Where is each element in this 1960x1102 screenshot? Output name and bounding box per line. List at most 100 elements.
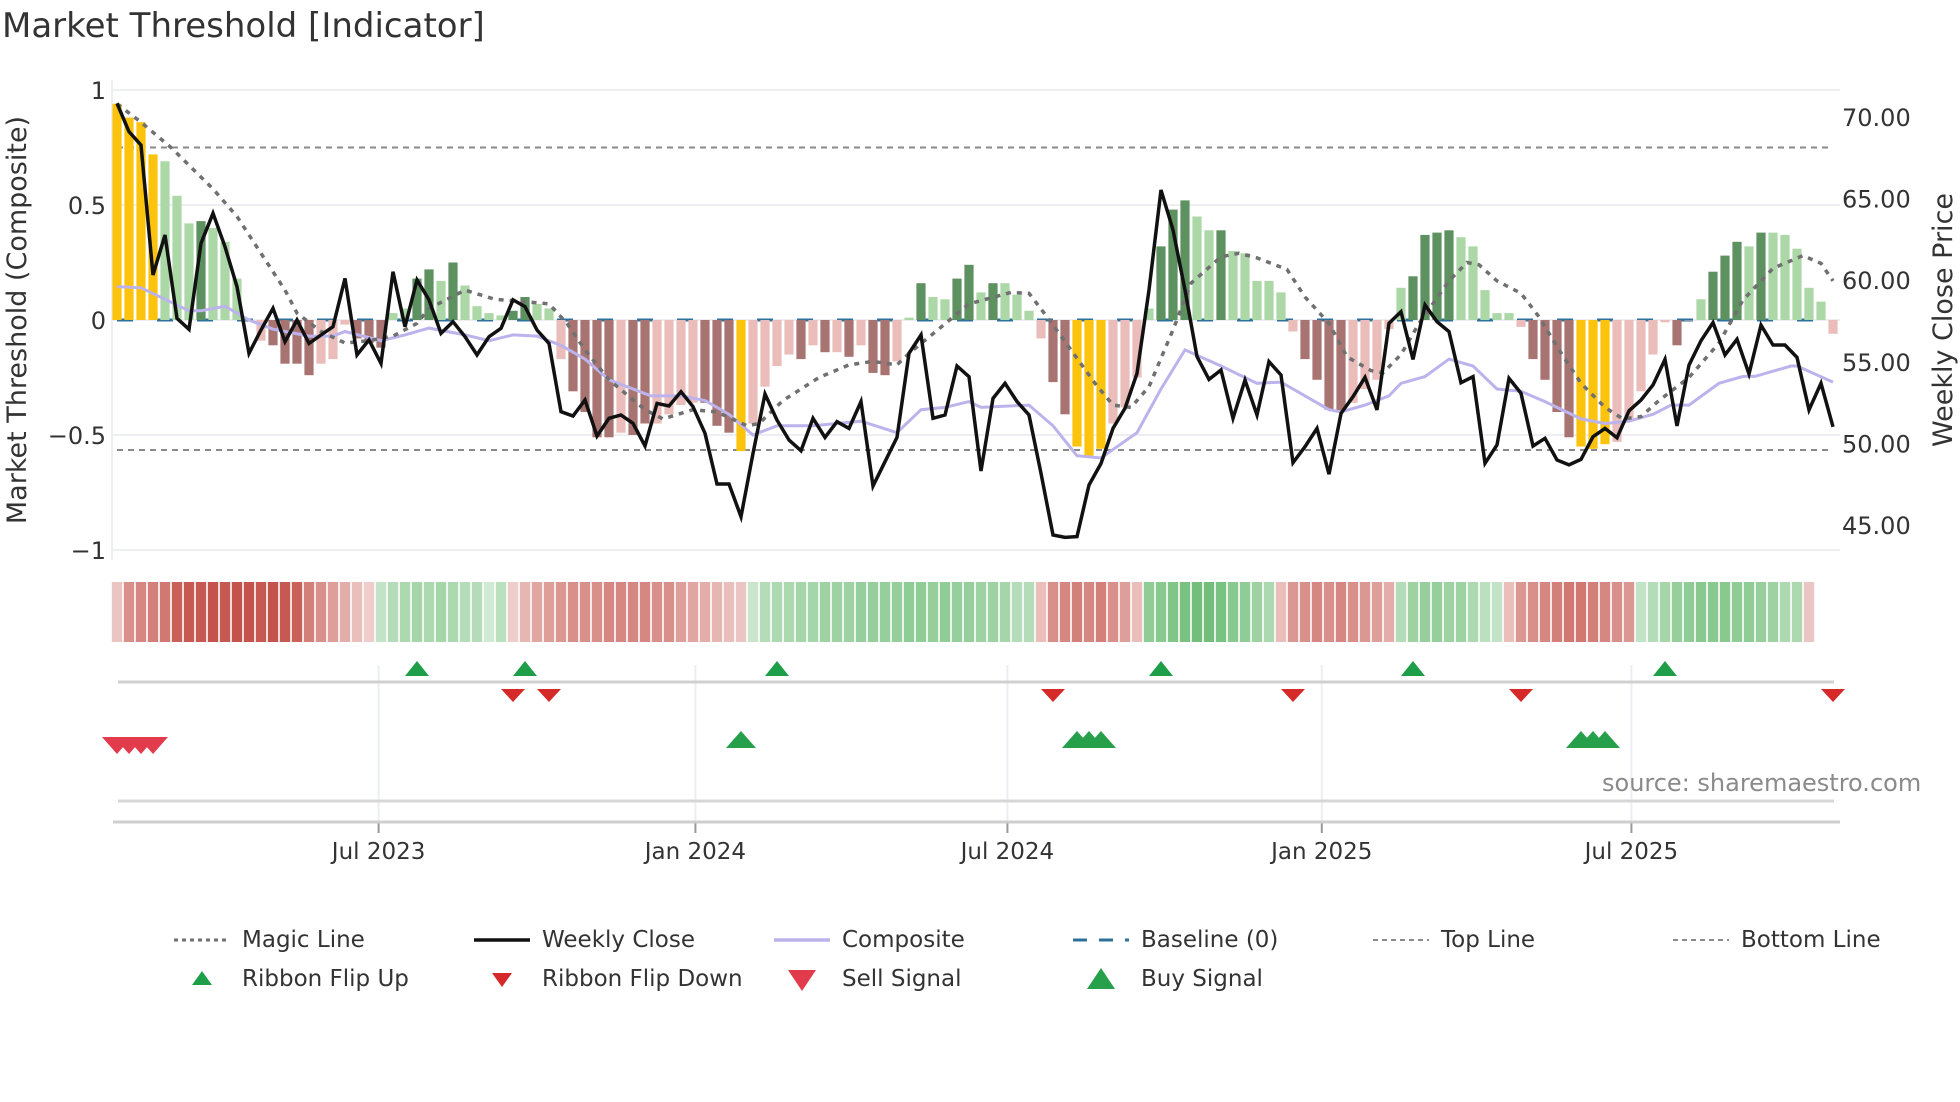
ribbon-cell xyxy=(747,582,759,642)
ribbon-cell xyxy=(171,582,183,642)
composite-bar xyxy=(976,292,986,320)
ribbon-cell xyxy=(783,582,795,642)
composite-bar xyxy=(988,283,998,320)
composite-bar xyxy=(544,308,554,320)
ribbon-cell xyxy=(411,582,423,642)
y2-tick-label: 50.00 xyxy=(1842,430,1911,458)
ribbon-cell xyxy=(1695,582,1707,642)
ribbon-cell xyxy=(1335,582,1347,642)
ribbon-cell xyxy=(375,582,387,642)
ribbon-cell xyxy=(1527,582,1539,642)
composite-bar xyxy=(1216,230,1226,320)
ribbon-cell xyxy=(543,582,555,642)
composite-bar xyxy=(1684,320,1694,321)
ribbon-cell xyxy=(951,582,963,642)
ribbon-cell xyxy=(735,582,747,642)
composite-bar xyxy=(1408,276,1418,320)
ribbon-cell xyxy=(1431,582,1443,642)
composite-bar xyxy=(484,313,494,320)
ribbon-cell xyxy=(1599,582,1611,642)
legend-label: Baseline (0) xyxy=(1141,927,1279,953)
composite-bar xyxy=(1468,246,1478,320)
ribbon-flip-up-marker xyxy=(1149,661,1173,676)
ribbon-cell xyxy=(999,582,1011,642)
x-tick-label: Jul 2024 xyxy=(959,839,1055,865)
composite-bar xyxy=(1828,320,1838,334)
ribbon-cell xyxy=(459,582,471,642)
composite-bar xyxy=(1312,320,1322,380)
ribbon-cell xyxy=(423,582,435,642)
ribbon-cell xyxy=(1359,582,1371,642)
ribbon-cell xyxy=(303,582,315,642)
composite-bar xyxy=(1480,290,1490,320)
ribbon-cell xyxy=(615,582,627,642)
legend-item-weekly-close: Weekly Close xyxy=(472,925,695,955)
y-tick-label: 0 xyxy=(91,307,106,335)
composite-bar xyxy=(1156,246,1166,320)
ribbon-cell xyxy=(1191,582,1203,642)
ribbon-cell xyxy=(255,582,267,642)
composite-bar xyxy=(1636,320,1646,392)
legend-label: Ribbon Flip Down xyxy=(542,966,743,992)
ribbon-cell xyxy=(1611,582,1623,642)
composite-bar xyxy=(1804,287,1814,320)
ribbon-cell xyxy=(1767,582,1779,642)
composite-bar xyxy=(1072,320,1082,447)
legend-item-sell-signal: Sell Signal xyxy=(772,964,962,994)
composite-bar xyxy=(1756,232,1766,320)
ribbon-cell xyxy=(1719,582,1731,642)
ribbon-cell xyxy=(1287,582,1299,642)
composite-bar xyxy=(340,320,350,325)
legend-label: Buy Signal xyxy=(1141,966,1263,992)
y-axis-label: Market Threshold (Composite) xyxy=(2,116,33,524)
ribbon-cell xyxy=(351,582,363,642)
composite-bar xyxy=(736,320,746,452)
composite-bar xyxy=(688,320,698,403)
composite-bar xyxy=(1660,320,1670,323)
legend-item-baseline: Baseline (0) xyxy=(1071,925,1278,955)
ribbon-cell xyxy=(1755,582,1767,642)
ribbon-cell xyxy=(855,582,867,642)
ribbon-cell xyxy=(963,582,975,642)
ribbon-cell xyxy=(315,582,327,642)
y2-tick-label: 55.00 xyxy=(1842,349,1911,377)
composite-bar xyxy=(1264,280,1274,320)
triangle-down-icon xyxy=(788,970,816,991)
ribbon-cell xyxy=(663,582,675,642)
legend-label: Composite xyxy=(842,927,965,953)
composite-bar xyxy=(1588,320,1598,449)
ribbon-cell xyxy=(939,582,951,642)
ribbon-cell xyxy=(1419,582,1431,642)
ribbon-cell xyxy=(795,582,807,642)
ribbon-cell xyxy=(1179,582,1191,642)
ribbon-cell xyxy=(591,582,603,642)
composite-bar xyxy=(448,262,458,320)
ribbon-cell xyxy=(1323,582,1335,642)
ribbon-cell xyxy=(1203,582,1215,642)
ribbon-cell xyxy=(519,582,531,642)
ribbon-cell xyxy=(687,582,699,642)
ribbon-cell xyxy=(1659,582,1671,642)
ribbon-cell xyxy=(1623,582,1635,642)
ribbon-cell xyxy=(975,582,987,642)
composite-bar xyxy=(916,283,926,320)
ribbon-cell xyxy=(291,582,303,642)
composite-bar xyxy=(964,264,974,320)
ribbon-flip-up-marker xyxy=(1401,661,1425,676)
ribbon-cell xyxy=(987,582,999,642)
composite-bar xyxy=(1492,313,1502,320)
ribbon-cell xyxy=(183,582,195,642)
composite-bar xyxy=(1552,320,1562,412)
x-tick-label: Jul 2023 xyxy=(330,839,426,865)
composite-bar xyxy=(1576,320,1586,447)
composite-bar xyxy=(928,297,938,320)
composite-bar xyxy=(1720,255,1730,320)
ribbon-cell xyxy=(1803,582,1815,642)
composite-bar xyxy=(892,320,902,362)
ribbon-flip-down-marker xyxy=(501,689,525,702)
ribbon-cell xyxy=(1395,582,1407,642)
ribbon-cell xyxy=(651,582,663,642)
composite-bar xyxy=(1780,234,1790,320)
composite-bar xyxy=(124,117,134,320)
composite-bar xyxy=(796,320,806,360)
